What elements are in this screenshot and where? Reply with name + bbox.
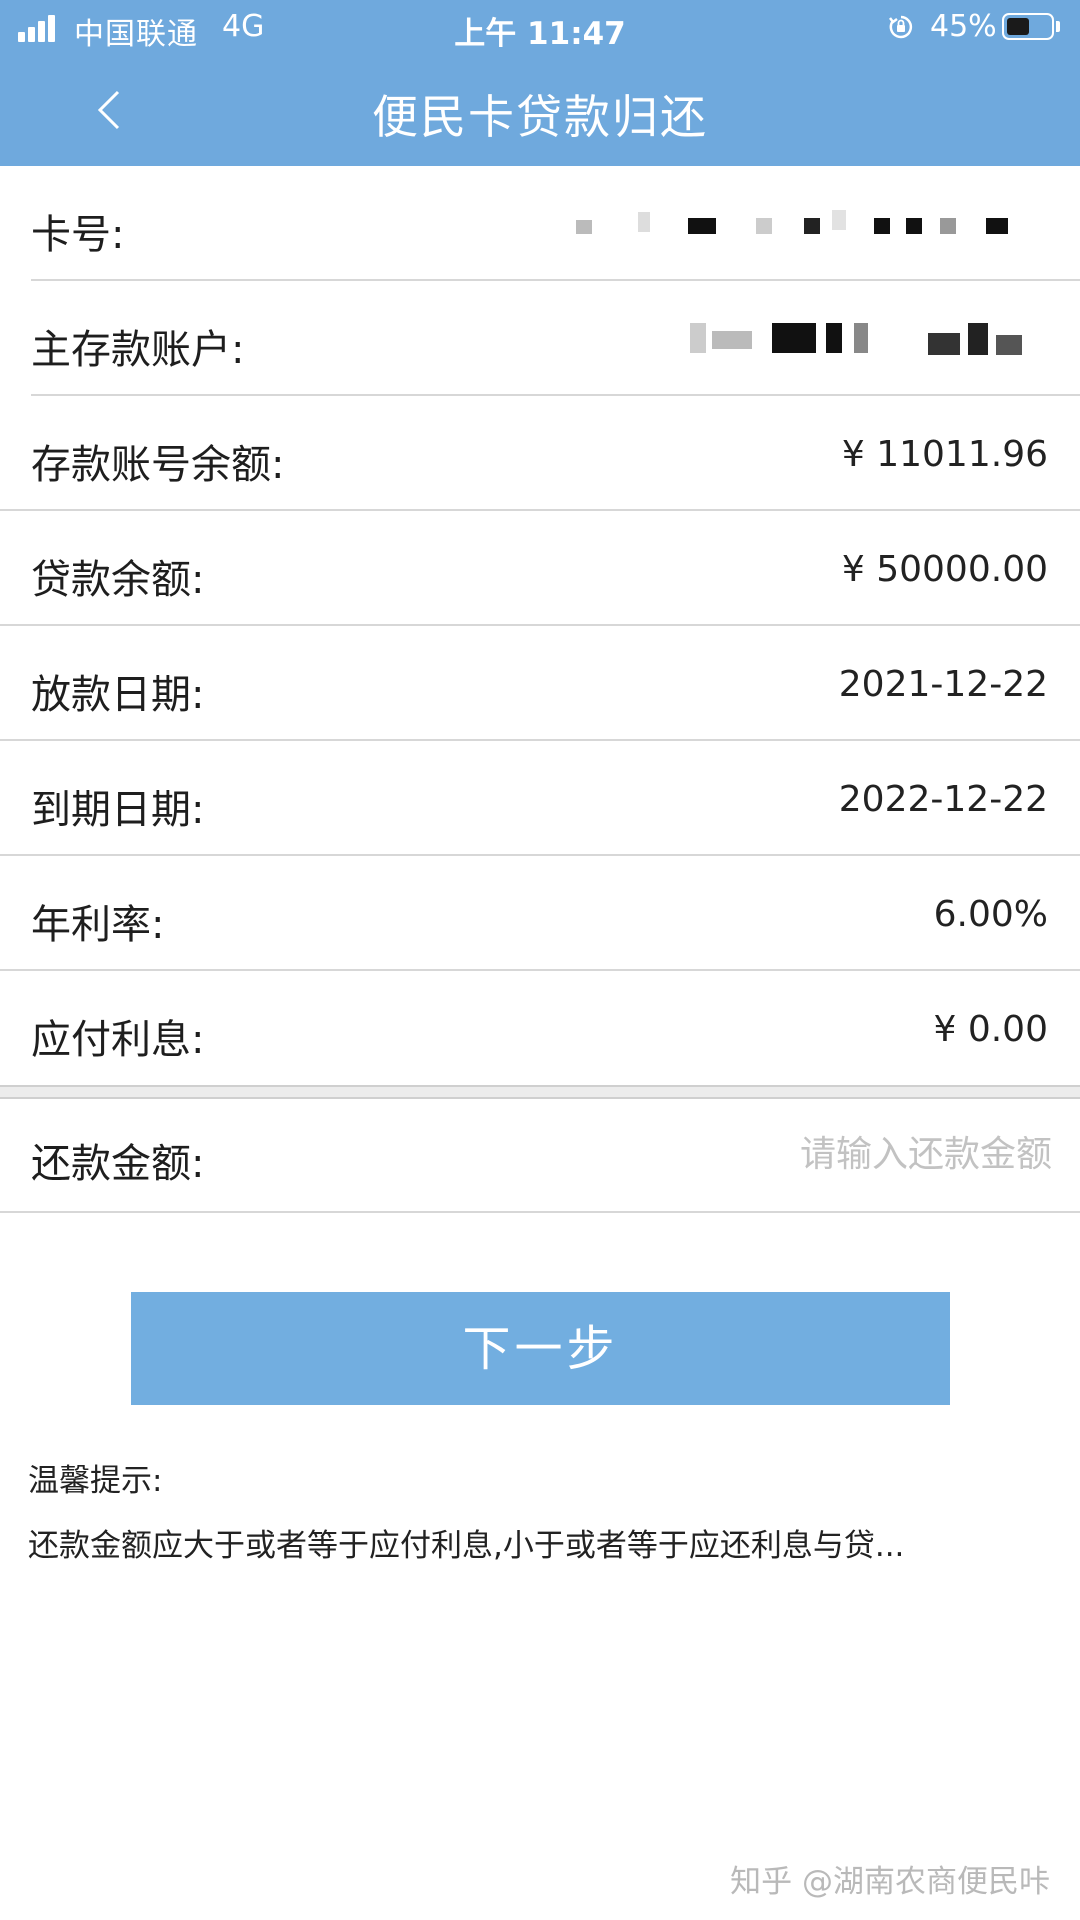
card-number-row: 卡号: — [31, 166, 1080, 281]
disbursement-date-value: 2021-12-22 — [838, 664, 1048, 705]
battery-level — [1007, 18, 1029, 35]
status-bar: 中国联通 4G 上午 11:47 45% — [0, 0, 1080, 55]
section-divider — [0, 1085, 1080, 1099]
annual-rate-value: 6.00% — [933, 894, 1048, 935]
watermark: 知乎 @湖南农商便民咔 — [730, 1864, 1050, 1900]
page-title: 便民卡贷款归还 — [372, 90, 708, 144]
disbursement-date-label: 放款日期: — [31, 672, 205, 718]
card-number-label: 卡号: — [31, 212, 125, 258]
loan-balance-row: 贷款余额: ¥ 50000.00 — [0, 511, 1080, 626]
interest-due-label: 应付利息: — [31, 1017, 205, 1063]
deposit-balance-value: ¥ 11011.96 — [841, 434, 1048, 475]
main-account-label: 主存款账户: — [31, 327, 245, 373]
annual-rate-label: 年利率: — [31, 902, 165, 948]
due-date-row: 到期日期: 2022-12-22 — [0, 741, 1080, 856]
tips-title: 温馨提示: — [28, 1463, 163, 1499]
orientation-lock-icon — [889, 15, 913, 39]
screen: 中国联通 4G 上午 11:47 45% 便民卡贷款归还 卡号: 主存款账户: … — [0, 0, 1080, 1920]
interest-due-value: ¥ 0.00 — [933, 1009, 1048, 1050]
status-time: 上午 11:47 — [454, 16, 626, 52]
loan-balance-value: ¥ 50000.00 — [841, 549, 1048, 590]
repay-amount-row: 还款金额: — [0, 1099, 1080, 1213]
battery-icon — [1002, 13, 1054, 40]
next-step-button[interactable]: 下一步 — [131, 1292, 950, 1405]
deposit-balance-row: 存款账号余额: ¥ 11011.96 — [0, 396, 1080, 511]
tips-text: 还款金额应大于或者等于应付利息,小于或者等于应还利息与贷... — [28, 1528, 905, 1564]
main-account-row: 主存款账户: — [31, 281, 1080, 396]
due-date-label: 到期日期: — [31, 787, 205, 833]
card-number-masked — [576, 206, 1056, 246]
repay-amount-label: 还款金额: — [31, 1141, 205, 1187]
deposit-balance-label: 存款账号余额: — [31, 442, 285, 488]
disbursement-date-row: 放款日期: 2021-12-22 — [0, 626, 1080, 741]
top-bar: 中国联通 4G 上午 11:47 45% 便民卡贷款归还 — [0, 0, 1080, 166]
main-account-masked — [576, 321, 1056, 361]
annual-rate-row: 年利率: 6.00% — [0, 856, 1080, 971]
battery-percent: 45% — [930, 9, 997, 44]
interest-due-row: 应付利息: ¥ 0.00 — [0, 971, 1080, 1086]
loan-balance-label: 贷款余额: — [31, 557, 205, 603]
due-date-value: 2022-12-22 — [838, 779, 1048, 820]
nav-bar: 便民卡贷款归还 — [0, 55, 1080, 166]
repay-amount-input[interactable] — [630, 1123, 1054, 1185]
battery-nub — [1056, 21, 1060, 32]
loan-info-list: 卡号: 主存款账户: 存款账号余额: ¥ 11011.96 贷款余额: ¥ 50… — [0, 166, 1080, 1086]
